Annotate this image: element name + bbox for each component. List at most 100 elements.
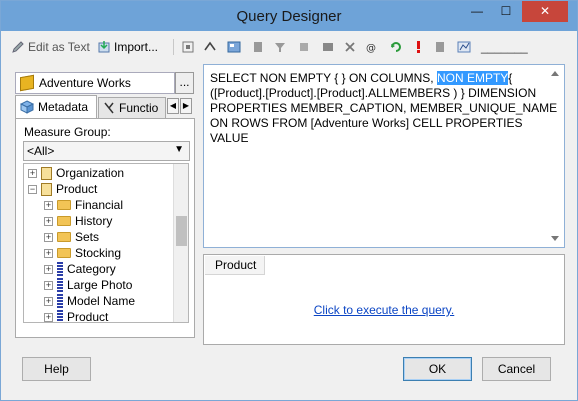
- expand-icon[interactable]: +: [28, 168, 37, 178]
- metadata-tabs: Metadata Functio ◀ ▶: [15, 95, 195, 119]
- browse-cube-button[interactable]: ...: [175, 72, 194, 94]
- minimize-button[interactable]: —: [463, 1, 491, 22]
- folder-icon: [57, 248, 71, 258]
- expand-icon[interactable]: +: [44, 296, 53, 306]
- svg-text:@: @: [366, 43, 376, 54]
- hierarchy-icon: [57, 278, 63, 292]
- measure-group-select[interactable]: <All> ▼: [23, 141, 190, 161]
- tab-functions[interactable]: Functio: [98, 97, 166, 118]
- help-button[interactable]: Help: [22, 357, 91, 381]
- tree-item-category[interactable]: + Category: [44, 261, 116, 277]
- filter-icon[interactable]: [273, 40, 287, 54]
- cube-icon: [20, 74, 34, 92]
- refresh-icon[interactable]: [389, 40, 403, 54]
- folder-icon: [57, 200, 71, 210]
- dimension-icon: [41, 182, 52, 196]
- tree-item-product-dimension[interactable]: − Product: [28, 181, 97, 197]
- expand-icon[interactable]: +: [44, 280, 53, 290]
- delete-column-icon[interactable]: [251, 40, 265, 54]
- query-designer-window: Query Designer — ☐ ✕ Edit as Text Import…: [0, 0, 578, 401]
- auto-execute-icon[interactable]: [181, 40, 195, 54]
- tree-item-label: Stocking: [75, 246, 122, 260]
- measure-group-value: <All>: [27, 144, 55, 158]
- scroll-up-icon[interactable]: [551, 71, 559, 76]
- execute-query-link[interactable]: Click to execute the query.: [204, 303, 564, 317]
- hierarchy-icon: [57, 310, 63, 322]
- add-calculated-member-icon[interactable]: [227, 40, 241, 54]
- run-query-icon[interactable]: [411, 40, 425, 54]
- expand-icon[interactable]: +: [44, 264, 53, 274]
- pencil-icon: [12, 41, 24, 53]
- tab-scroll-right-button[interactable]: ▶: [180, 98, 192, 114]
- tree-item-organization[interactable]: + Organization: [28, 165, 124, 181]
- expand-icon[interactable]: +: [44, 312, 53, 322]
- tree-scrollbar[interactable]: [173, 164, 188, 322]
- tree-item-label: Organization: [56, 166, 125, 180]
- grid-icon[interactable]: [321, 40, 335, 54]
- query-scrollbar[interactable]: [548, 66, 563, 246]
- title-bar[interactable]: Query Designer — ☐ ✕: [1, 1, 577, 31]
- expand-icon[interactable]: +: [44, 248, 53, 258]
- cube-name: Adventure Works: [39, 76, 131, 90]
- tree-item-stocking[interactable]: + Stocking: [44, 245, 121, 261]
- close-button[interactable]: ✕: [522, 1, 568, 22]
- toolbar: Edit as Text Import... @ _______: [9, 37, 569, 59]
- tree-item-model-name[interactable]: + Model Name: [44, 293, 135, 309]
- import-button[interactable]: Import...: [97, 37, 158, 57]
- cancel-button[interactable]: Cancel: [482, 357, 551, 381]
- tree-item-label: Sets: [75, 230, 100, 244]
- cube-icon[interactable]: [297, 40, 311, 54]
- edit-as-text-button[interactable]: Edit as Text: [11, 37, 90, 57]
- delete-icon[interactable]: [343, 40, 357, 54]
- expand-icon[interactable]: +: [44, 232, 53, 242]
- tab-scroll-left-button[interactable]: ◀: [167, 98, 179, 114]
- cube-selector[interactable]: Adventure Works: [15, 72, 175, 94]
- collapse-icon[interactable]: −: [28, 184, 37, 194]
- tab-functions-label: Functio: [119, 101, 159, 115]
- tree-item-product-hierarchy[interactable]: + Product: [44, 309, 109, 323]
- import-icon: [98, 41, 110, 53]
- tree-item-label: Large Photo: [67, 278, 133, 292]
- tree-item-label: Financial: [75, 198, 124, 212]
- tree-scrollbar-thumb[interactable]: [176, 216, 187, 246]
- tree-item-label: Category: [67, 262, 116, 276]
- show-empty-cells-icon[interactable]: [203, 40, 217, 54]
- expand-icon[interactable]: +: [44, 200, 53, 210]
- tab-metadata-label: Metadata: [38, 100, 89, 114]
- expand-icon[interactable]: +: [44, 216, 53, 226]
- mdx-query-editor[interactable]: SELECT NON EMPTY { } ON COLUMNS, NON EMP…: [203, 64, 565, 248]
- folder-icon: [57, 232, 71, 242]
- maximize-button[interactable]: ☐: [492, 1, 520, 22]
- tree-item-label: Model Name: [67, 294, 136, 308]
- tree-item-financial[interactable]: + Financial: [44, 197, 123, 213]
- tree-item-history[interactable]: + History: [44, 213, 112, 229]
- query-text-selected: NON EMPTY: [436, 71, 509, 85]
- tree-item-label: Product: [56, 182, 98, 196]
- tree-item-label: History: [75, 214, 113, 228]
- metadata-tree[interactable]: + Organization − Product + Financial + H…: [23, 163, 189, 323]
- toolbar-blank-field: _______: [481, 40, 528, 54]
- query-text-before: SELECT NON EMPTY { } ON COLUMNS,: [210, 71, 437, 85]
- dimension-icon: [41, 166, 52, 180]
- metadata-icon: [20, 100, 34, 114]
- tree-item-large-photo[interactable]: + Large Photo: [44, 277, 132, 293]
- ok-button[interactable]: OK: [403, 357, 472, 381]
- tree-item-sets[interactable]: + Sets: [44, 229, 99, 245]
- toolbar-separator: [173, 39, 174, 55]
- results-pane: Product Click to execute the query.: [203, 254, 565, 345]
- results-column-header[interactable]: Product: [205, 256, 265, 275]
- tab-metadata[interactable]: Metadata: [15, 95, 97, 118]
- hierarchy-icon: [57, 262, 63, 276]
- hierarchy-icon: [57, 294, 63, 308]
- design-mode-icon[interactable]: [433, 40, 447, 54]
- chevron-down-icon: ▼: [174, 144, 184, 155]
- tree-item-label: Product: [67, 310, 109, 323]
- functions-icon: [104, 102, 114, 114]
- query-parameters-icon[interactable]: @: [365, 40, 379, 54]
- scroll-down-icon[interactable]: [551, 236, 559, 241]
- folder-icon: [57, 216, 71, 226]
- import-label: Import...: [114, 40, 159, 54]
- edit-as-text-label: Edit as Text: [28, 40, 90, 54]
- show-aggregates-icon[interactable]: [457, 40, 471, 54]
- measure-group-label: Measure Group:: [24, 125, 111, 139]
